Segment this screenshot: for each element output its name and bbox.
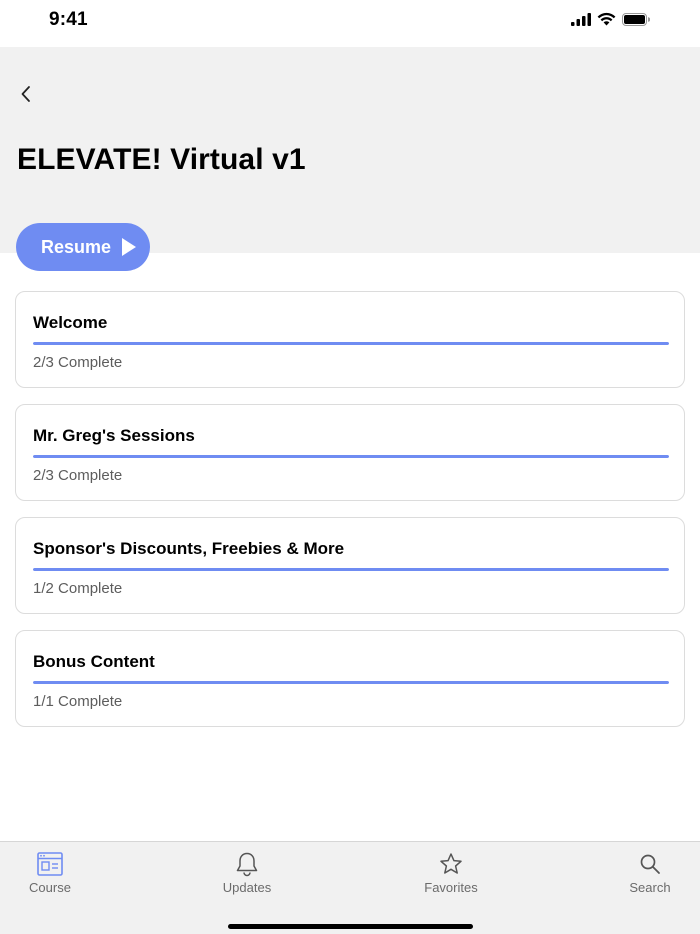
tab-search[interactable]: Search bbox=[600, 850, 700, 895]
module-title: Mr. Greg's Sessions bbox=[33, 426, 195, 445]
module-title: Sponsor's Discounts, Freebies & More bbox=[33, 539, 345, 558]
module-card-sponsors-discounts[interactable]: Sponsor's Discounts, Freebies & More 1/2… bbox=[15, 517, 685, 614]
status-time: 9:41 bbox=[49, 9, 88, 30]
tab-course[interactable]: Course bbox=[0, 850, 100, 895]
module-title: Bonus Content bbox=[33, 652, 155, 671]
status-bar: 9:41 bbox=[0, 0, 700, 47]
module-progress-fill bbox=[33, 681, 669, 684]
tab-label: Updates bbox=[222, 880, 272, 895]
chevron-left-icon bbox=[21, 86, 30, 102]
module-progress-fill bbox=[33, 342, 669, 345]
module-status: 2/3 Complete bbox=[33, 354, 123, 371]
play-icon bbox=[122, 238, 137, 256]
battery-icon bbox=[622, 12, 650, 26]
star-icon bbox=[439, 850, 463, 878]
resume-button[interactable]: Resume bbox=[16, 223, 150, 271]
module-status: 1/1 Complete bbox=[33, 693, 123, 710]
status-icons bbox=[571, 12, 650, 26]
resume-label: Resume bbox=[41, 236, 112, 257]
home-indicator bbox=[228, 924, 473, 929]
tab-bar: Course Updates Favorites Search bbox=[0, 841, 700, 934]
module-progress-bar bbox=[33, 342, 669, 345]
module-progress-bar bbox=[33, 455, 669, 458]
page-title: ELEVATE! Virtual v1 bbox=[17, 143, 306, 176]
module-card-bonus-content[interactable]: Bonus Content 1/1 Complete bbox=[15, 630, 685, 727]
tab-label: Favorites bbox=[424, 880, 478, 895]
module-progress-fill bbox=[33, 568, 669, 571]
wifi-icon bbox=[597, 12, 616, 26]
module-card-welcome[interactable]: Welcome 2/3 Complete bbox=[15, 291, 685, 388]
signal-icon bbox=[571, 12, 591, 26]
module-progress-bar bbox=[33, 681, 669, 684]
tab-favorites[interactable]: Favorites bbox=[401, 850, 501, 895]
module-status: 1/2 Complete bbox=[33, 580, 123, 597]
module-progress-bar bbox=[33, 568, 669, 571]
module-progress-fill bbox=[33, 455, 669, 458]
module-status: 2/3 Complete bbox=[33, 467, 123, 484]
search-icon bbox=[639, 850, 661, 878]
tab-label: Course bbox=[29, 880, 71, 895]
module-title: Welcome bbox=[33, 313, 108, 332]
module-list: Welcome 2/3 Complete Mr. Greg's Sessions… bbox=[15, 291, 685, 743]
module-card-mr-gregs-sessions[interactable]: Mr. Greg's Sessions 2/3 Complete bbox=[15, 404, 685, 501]
course-icon bbox=[37, 850, 63, 878]
bell-icon bbox=[235, 850, 259, 878]
tab-updates[interactable]: Updates bbox=[197, 850, 297, 895]
tab-label: Search bbox=[629, 880, 671, 895]
back-button[interactable] bbox=[14, 81, 38, 107]
